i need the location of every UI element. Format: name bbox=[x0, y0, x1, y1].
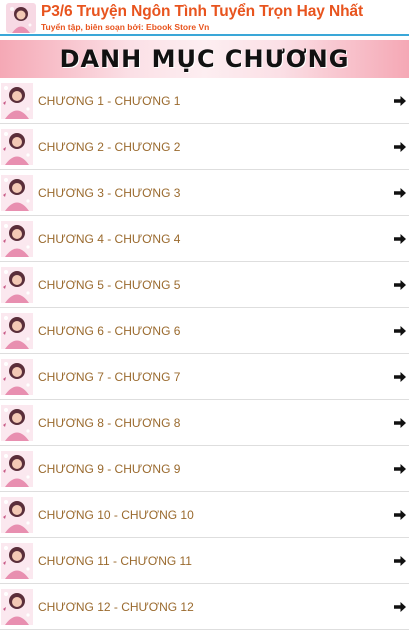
arrow-right-icon bbox=[393, 600, 407, 614]
arrow-right-icon bbox=[393, 232, 407, 246]
arrow-right-icon bbox=[393, 370, 407, 384]
app-cover-icon[interactable] bbox=[6, 3, 36, 33]
chapter-label: CHƯƠNG 2 - CHƯƠNG 2 bbox=[38, 140, 181, 154]
arrow-right-icon bbox=[393, 324, 407, 338]
chapter-thumbnail-icon bbox=[1, 359, 33, 395]
arrow-right-icon bbox=[393, 94, 407, 108]
chapter-label: CHƯƠNG 12 - CHƯƠNG 12 bbox=[38, 600, 194, 614]
chapter-thumbnail-icon bbox=[1, 221, 33, 257]
chapter-label: CHƯƠNG 10 - CHƯƠNG 10 bbox=[38, 508, 194, 522]
banner-title: DANH MỤC CHƯƠNG bbox=[59, 45, 350, 73]
chapter-label: CHƯƠNG 1 - CHƯƠNG 1 bbox=[38, 94, 181, 108]
chapter-row-10[interactable]: CHƯƠNG 10 - CHƯƠNG 10 bbox=[0, 492, 409, 538]
chapter-row-7[interactable]: CHƯƠNG 7 - CHƯƠNG 7 bbox=[0, 354, 409, 400]
chapter-row-3[interactable]: CHƯƠNG 3 - CHƯƠNG 3 bbox=[0, 170, 409, 216]
app-title: P3/6 Truyện Ngôn Tình Tuyển Trọn Hay Nhấ… bbox=[41, 3, 364, 20]
chapter-thumbnail-icon bbox=[1, 451, 33, 487]
chapter-thumbnail-icon bbox=[1, 129, 33, 165]
chapter-thumbnail-icon bbox=[1, 543, 33, 579]
chapter-label: CHƯƠNG 3 - CHƯƠNG 3 bbox=[38, 186, 181, 200]
chapter-thumbnail-icon bbox=[1, 589, 33, 625]
arrow-right-icon bbox=[393, 140, 407, 154]
chapter-label: CHƯƠNG 5 - CHƯƠNG 5 bbox=[38, 278, 181, 292]
arrow-right-icon bbox=[393, 462, 407, 476]
chapter-row-8[interactable]: CHƯƠNG 8 - CHƯƠNG 8 bbox=[0, 400, 409, 446]
chapter-list: CHƯƠNG 1 - CHƯƠNG 1 CHƯƠNG 2 - CHƯƠNG 2 … bbox=[0, 78, 409, 630]
chapter-thumbnail-icon bbox=[1, 267, 33, 303]
arrow-right-icon bbox=[393, 186, 407, 200]
chapter-thumbnail-icon bbox=[1, 497, 33, 533]
chapter-label: CHƯƠNG 8 - CHƯƠNG 8 bbox=[38, 416, 181, 430]
app-subtitle: Tuyển tập, biên soạn bởi: Ebook Store Vn bbox=[41, 22, 210, 32]
chapter-thumbnail-icon bbox=[1, 405, 33, 441]
arrow-right-icon bbox=[393, 554, 407, 568]
chapter-label: CHƯƠNG 7 - CHƯƠNG 7 bbox=[38, 370, 181, 384]
chapter-row-1[interactable]: CHƯƠNG 1 - CHƯƠNG 1 bbox=[0, 78, 409, 124]
chapter-row-5[interactable]: CHƯƠNG 5 - CHƯƠNG 5 bbox=[0, 262, 409, 308]
arrow-right-icon bbox=[393, 508, 407, 522]
chapter-thumbnail-icon bbox=[1, 313, 33, 349]
chapter-label: CHƯƠNG 6 - CHƯƠNG 6 bbox=[38, 324, 181, 338]
chapter-row-9[interactable]: CHƯƠNG 9 - CHƯƠNG 9 bbox=[0, 446, 409, 492]
arrow-right-icon bbox=[393, 278, 407, 292]
chapter-row-6[interactable]: CHƯƠNG 6 - CHƯƠNG 6 bbox=[0, 308, 409, 354]
arrow-right-icon bbox=[393, 416, 407, 430]
chapter-row-12[interactable]: CHƯƠNG 12 - CHƯƠNG 12 bbox=[0, 584, 409, 630]
chapter-list-banner: DANH MỤC CHƯƠNG bbox=[0, 40, 409, 78]
app-header: P3/6 Truyện Ngôn Tình Tuyển Trọn Hay Nhấ… bbox=[0, 0, 409, 36]
chapter-label: CHƯƠNG 4 - CHƯƠNG 4 bbox=[38, 232, 181, 246]
chapter-thumbnail-icon bbox=[1, 175, 33, 211]
chapter-thumbnail-icon bbox=[1, 83, 33, 119]
chapter-label: CHƯƠNG 9 - CHƯƠNG 9 bbox=[38, 462, 181, 476]
chapter-label: CHƯƠNG 11 - CHƯƠNG 11 bbox=[38, 554, 192, 568]
chapter-row-11[interactable]: CHƯƠNG 11 - CHƯƠNG 11 bbox=[0, 538, 409, 584]
chapter-row-2[interactable]: CHƯƠNG 2 - CHƯƠNG 2 bbox=[0, 124, 409, 170]
chapter-row-4[interactable]: CHƯƠNG 4 - CHƯƠNG 4 bbox=[0, 216, 409, 262]
